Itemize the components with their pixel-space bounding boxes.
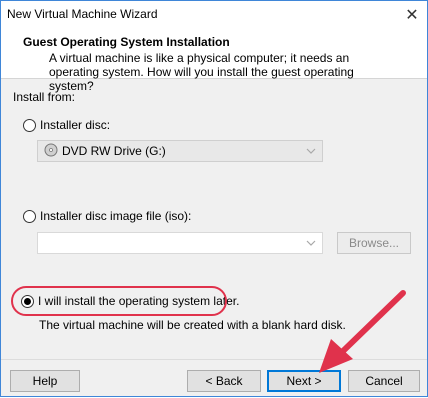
- installer-disc-label: Installer disc:: [40, 118, 111, 132]
- close-icon: ✕: [405, 7, 419, 24]
- installer-disc-radio[interactable]: [23, 118, 36, 132]
- chevron-down-icon: [304, 144, 318, 158]
- highlight-annotation: [11, 286, 227, 316]
- dvd-drive-icon: [44, 143, 58, 160]
- install-later-note: The virtual machine will be created with…: [39, 318, 346, 332]
- wizard-window: New Virtual Machine Wizard ✕ Guest Opera…: [0, 0, 428, 397]
- iso-option[interactable]: Installer disc image file (iso):: [23, 209, 191, 223]
- footer-divider: [1, 359, 427, 360]
- disc-drive-value: DVD RW Drive (G:): [62, 144, 166, 158]
- iso-radio[interactable]: [23, 209, 36, 223]
- cancel-button[interactable]: Cancel: [348, 370, 420, 392]
- next-button[interactable]: Next >: [267, 370, 341, 392]
- browse-button[interactable]: Browse...: [337, 232, 411, 254]
- window-title: New Virtual Machine Wizard: [7, 7, 158, 21]
- page-title: Guest Operating System Installation: [23, 35, 230, 49]
- help-button[interactable]: Help: [10, 370, 80, 392]
- wizard-header: Guest Operating System Installation A vi…: [1, 29, 427, 93]
- iso-path-select[interactable]: [37, 232, 323, 254]
- chevron-down-icon: [304, 236, 318, 250]
- install-from-label: Install from:: [13, 90, 76, 104]
- close-button[interactable]: ✕: [397, 1, 427, 29]
- iso-label: Installer disc image file (iso):: [40, 209, 192, 223]
- back-button[interactable]: < Back: [187, 370, 261, 392]
- wizard-body: Install from: Installer disc: DVD RW Dri…: [1, 80, 427, 358]
- installer-disc-option[interactable]: Installer disc:: [23, 118, 110, 132]
- disc-drive-select[interactable]: DVD RW Drive (G:): [37, 140, 323, 162]
- title-bar: New Virtual Machine Wizard ✕: [1, 1, 427, 29]
